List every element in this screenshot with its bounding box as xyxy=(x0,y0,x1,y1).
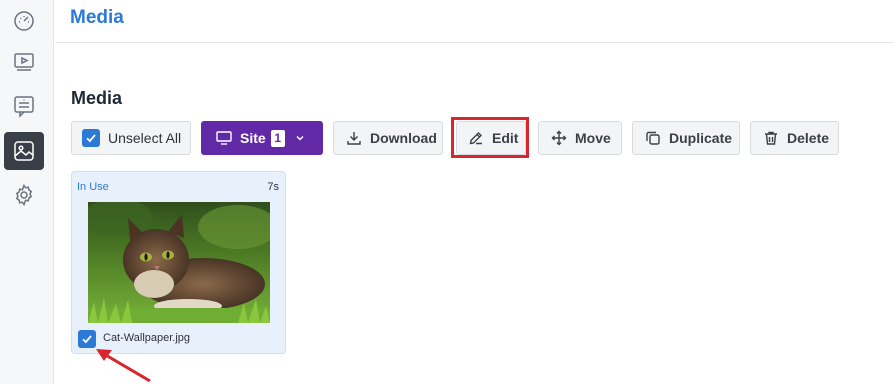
chevron-down-icon xyxy=(296,136,304,141)
duplicate-label: Duplicate xyxy=(669,130,733,146)
media-card[interactable]: In Use 7s Cat-Wallpaper.jpg xyxy=(71,171,286,354)
unselect-all-button[interactable]: Unselect All xyxy=(71,121,191,155)
media-image-icon xyxy=(14,141,34,161)
site-dropdown-button[interactable]: Site 1 xyxy=(201,121,323,155)
sidebar-item-media[interactable] xyxy=(4,132,44,170)
site-count-badge: 1 xyxy=(270,129,285,147)
download-button[interactable]: Download xyxy=(333,121,443,155)
cat-photo-thumbnail xyxy=(88,202,270,323)
delete-label: Delete xyxy=(787,130,830,146)
usage-status: In Use xyxy=(77,181,109,193)
media-filename: Cat-Wallpaper.jpg xyxy=(103,332,191,344)
video-player-icon xyxy=(14,53,34,71)
pencil-icon xyxy=(469,132,482,145)
gear-icon xyxy=(15,183,33,207)
monitor-icon xyxy=(216,131,232,145)
delete-button[interactable]: Delete xyxy=(750,121,839,155)
sidebar-item-dashboard[interactable] xyxy=(4,2,44,40)
edit-label: Edit xyxy=(492,130,519,146)
move-label: Move xyxy=(575,130,611,146)
sidebar xyxy=(0,0,54,384)
sidebar-item-video[interactable] xyxy=(4,43,44,81)
download-label: Download xyxy=(370,130,437,146)
unselect-all-label: Unselect All xyxy=(108,130,182,146)
move-button[interactable]: Move xyxy=(538,121,622,155)
duplicate-icon xyxy=(646,131,660,145)
duplicate-button[interactable]: Duplicate xyxy=(632,121,740,155)
sidebar-item-messages[interactable] xyxy=(4,87,44,125)
media-page: Media Media Unselect All Site 1 Download… xyxy=(0,0,894,384)
media-thumbnail[interactable] xyxy=(88,202,270,323)
annotation-arrow-icon xyxy=(96,349,151,383)
duration: 7s xyxy=(267,181,279,193)
edit-button[interactable]: Edit xyxy=(456,121,526,155)
section-title: Media xyxy=(71,88,123,108)
sidebar-item-settings[interactable] xyxy=(4,176,44,214)
checked-checkbox-icon xyxy=(82,129,100,147)
site-label: Site xyxy=(240,130,266,146)
top-bar: Media xyxy=(55,0,894,43)
message-board-icon xyxy=(14,96,34,118)
move-arrows-icon xyxy=(551,130,567,146)
download-icon xyxy=(347,132,361,145)
dashboard-gauge-icon xyxy=(14,11,34,31)
trash-icon xyxy=(765,131,777,145)
page-title: Media xyxy=(70,7,124,28)
